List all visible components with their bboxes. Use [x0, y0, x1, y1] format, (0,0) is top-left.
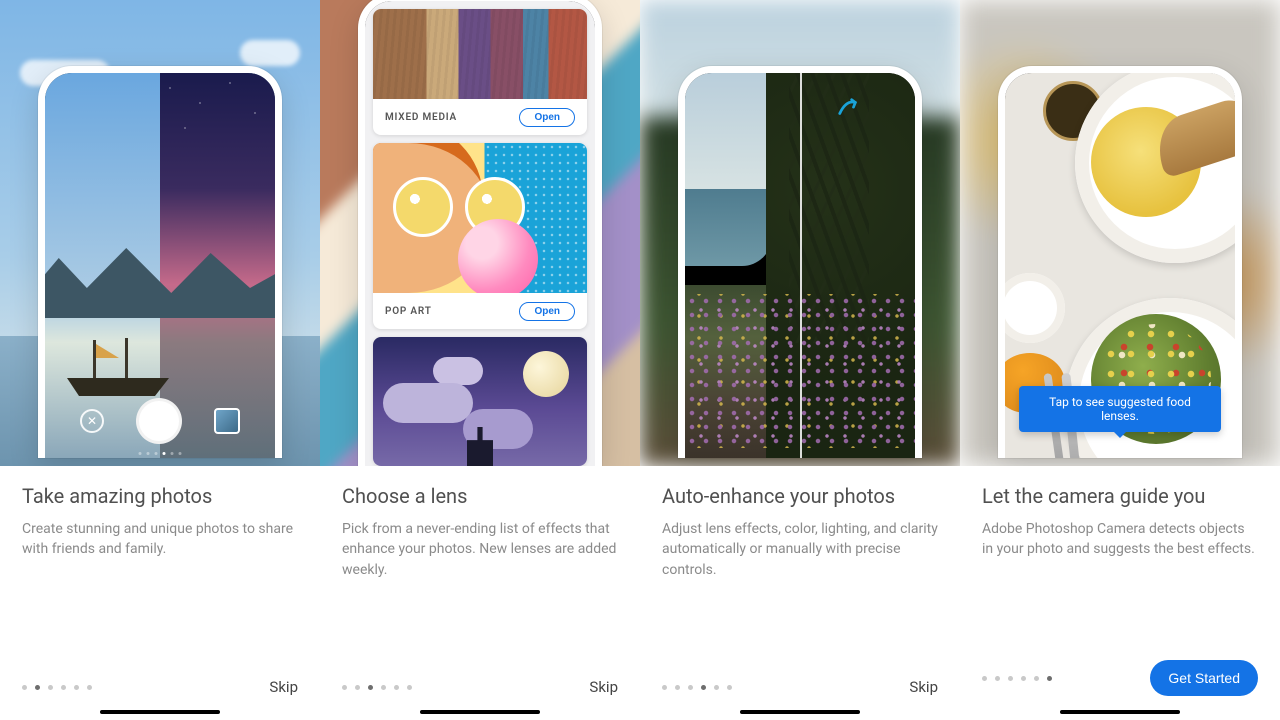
lens-label: MIXED MEDIA	[385, 112, 457, 123]
close-icon[interactable]: ✕	[80, 409, 104, 433]
phone-mockup: ✕	[38, 66, 282, 458]
camera-preview: ✕	[45, 73, 275, 458]
phone-mockup: Tap to see suggested food lenses.	[998, 66, 1242, 458]
lens-label: POP ART	[385, 306, 432, 317]
gallery-thumbnail[interactable]	[214, 408, 240, 434]
panel-description: Pick from a never-ending list of effects…	[342, 519, 618, 580]
onboarding-panel-1: ✕ Take amazing photos Create stunning an…	[0, 0, 320, 720]
panel-title: Take amazing photos	[22, 484, 298, 509]
skip-button[interactable]: Skip	[269, 678, 298, 696]
onboarding-panel-4: Tap to see suggested food lenses. Let th…	[960, 0, 1280, 720]
panel-description: Adjust lens effects, color, lighting, an…	[662, 519, 938, 580]
home-indicator	[420, 710, 540, 714]
shutter-button[interactable]	[136, 398, 182, 444]
camera-controls: ✕	[45, 398, 275, 444]
camera-mode-dots	[139, 452, 182, 455]
pagination-dots	[22, 685, 92, 690]
lens-preview-image	[373, 337, 587, 466]
get-started-button[interactable]: Get Started	[1150, 660, 1258, 696]
open-lens-button[interactable]: Open	[519, 108, 575, 127]
lens-card-pop-art[interactable]: POP ART Open	[373, 143, 587, 329]
onboarding-panel-2: MIXED MEDIA Open POP ART Open	[320, 0, 640, 720]
swipe-arrow-icon	[837, 97, 859, 119]
lens-preview-image	[373, 143, 587, 293]
home-indicator	[740, 710, 860, 714]
home-indicator	[100, 710, 220, 714]
before-after-divider[interactable]	[800, 73, 802, 458]
skip-button[interactable]: Skip	[909, 678, 938, 696]
panel-title: Let the camera guide you	[982, 484, 1258, 509]
panel-title: Choose a lens	[342, 484, 618, 509]
lens-list[interactable]: MIXED MEDIA Open POP ART Open	[365, 1, 595, 466]
suggestion-tooltip[interactable]: Tap to see suggested food lenses.	[1019, 386, 1221, 432]
lens-card-mixed-media[interactable]: MIXED MEDIA Open	[373, 9, 587, 135]
hero-area	[640, 0, 960, 466]
panel-description: Create stunning and unique photos to sha…	[22, 519, 298, 560]
hero-area: ✕	[0, 0, 320, 466]
hero-area: MIXED MEDIA Open POP ART Open	[320, 0, 640, 466]
pagination-dots	[662, 685, 732, 690]
home-indicator	[1060, 710, 1180, 714]
food-scene: Tap to see suggested food lenses.	[1005, 73, 1235, 458]
panel-description: Adobe Photoshop Camera detects objects i…	[982, 519, 1258, 560]
phone-mockup: MIXED MEDIA Open POP ART Open	[358, 0, 602, 466]
open-lens-button[interactable]: Open	[519, 302, 575, 321]
skip-button[interactable]: Skip	[589, 678, 618, 696]
pagination-dots	[342, 685, 412, 690]
onboarding-panel-3: Auto-enhance your photos Adjust lens eff…	[640, 0, 960, 720]
hero-area: Tap to see suggested food lenses.	[960, 0, 1280, 466]
lens-preview-image	[373, 9, 587, 99]
phone-mockup	[678, 66, 922, 458]
pagination-dots	[982, 676, 1052, 681]
enhance-preview	[685, 73, 915, 458]
panel-title: Auto-enhance your photos	[662, 484, 938, 509]
lens-card-dreamy[interactable]	[373, 337, 587, 466]
